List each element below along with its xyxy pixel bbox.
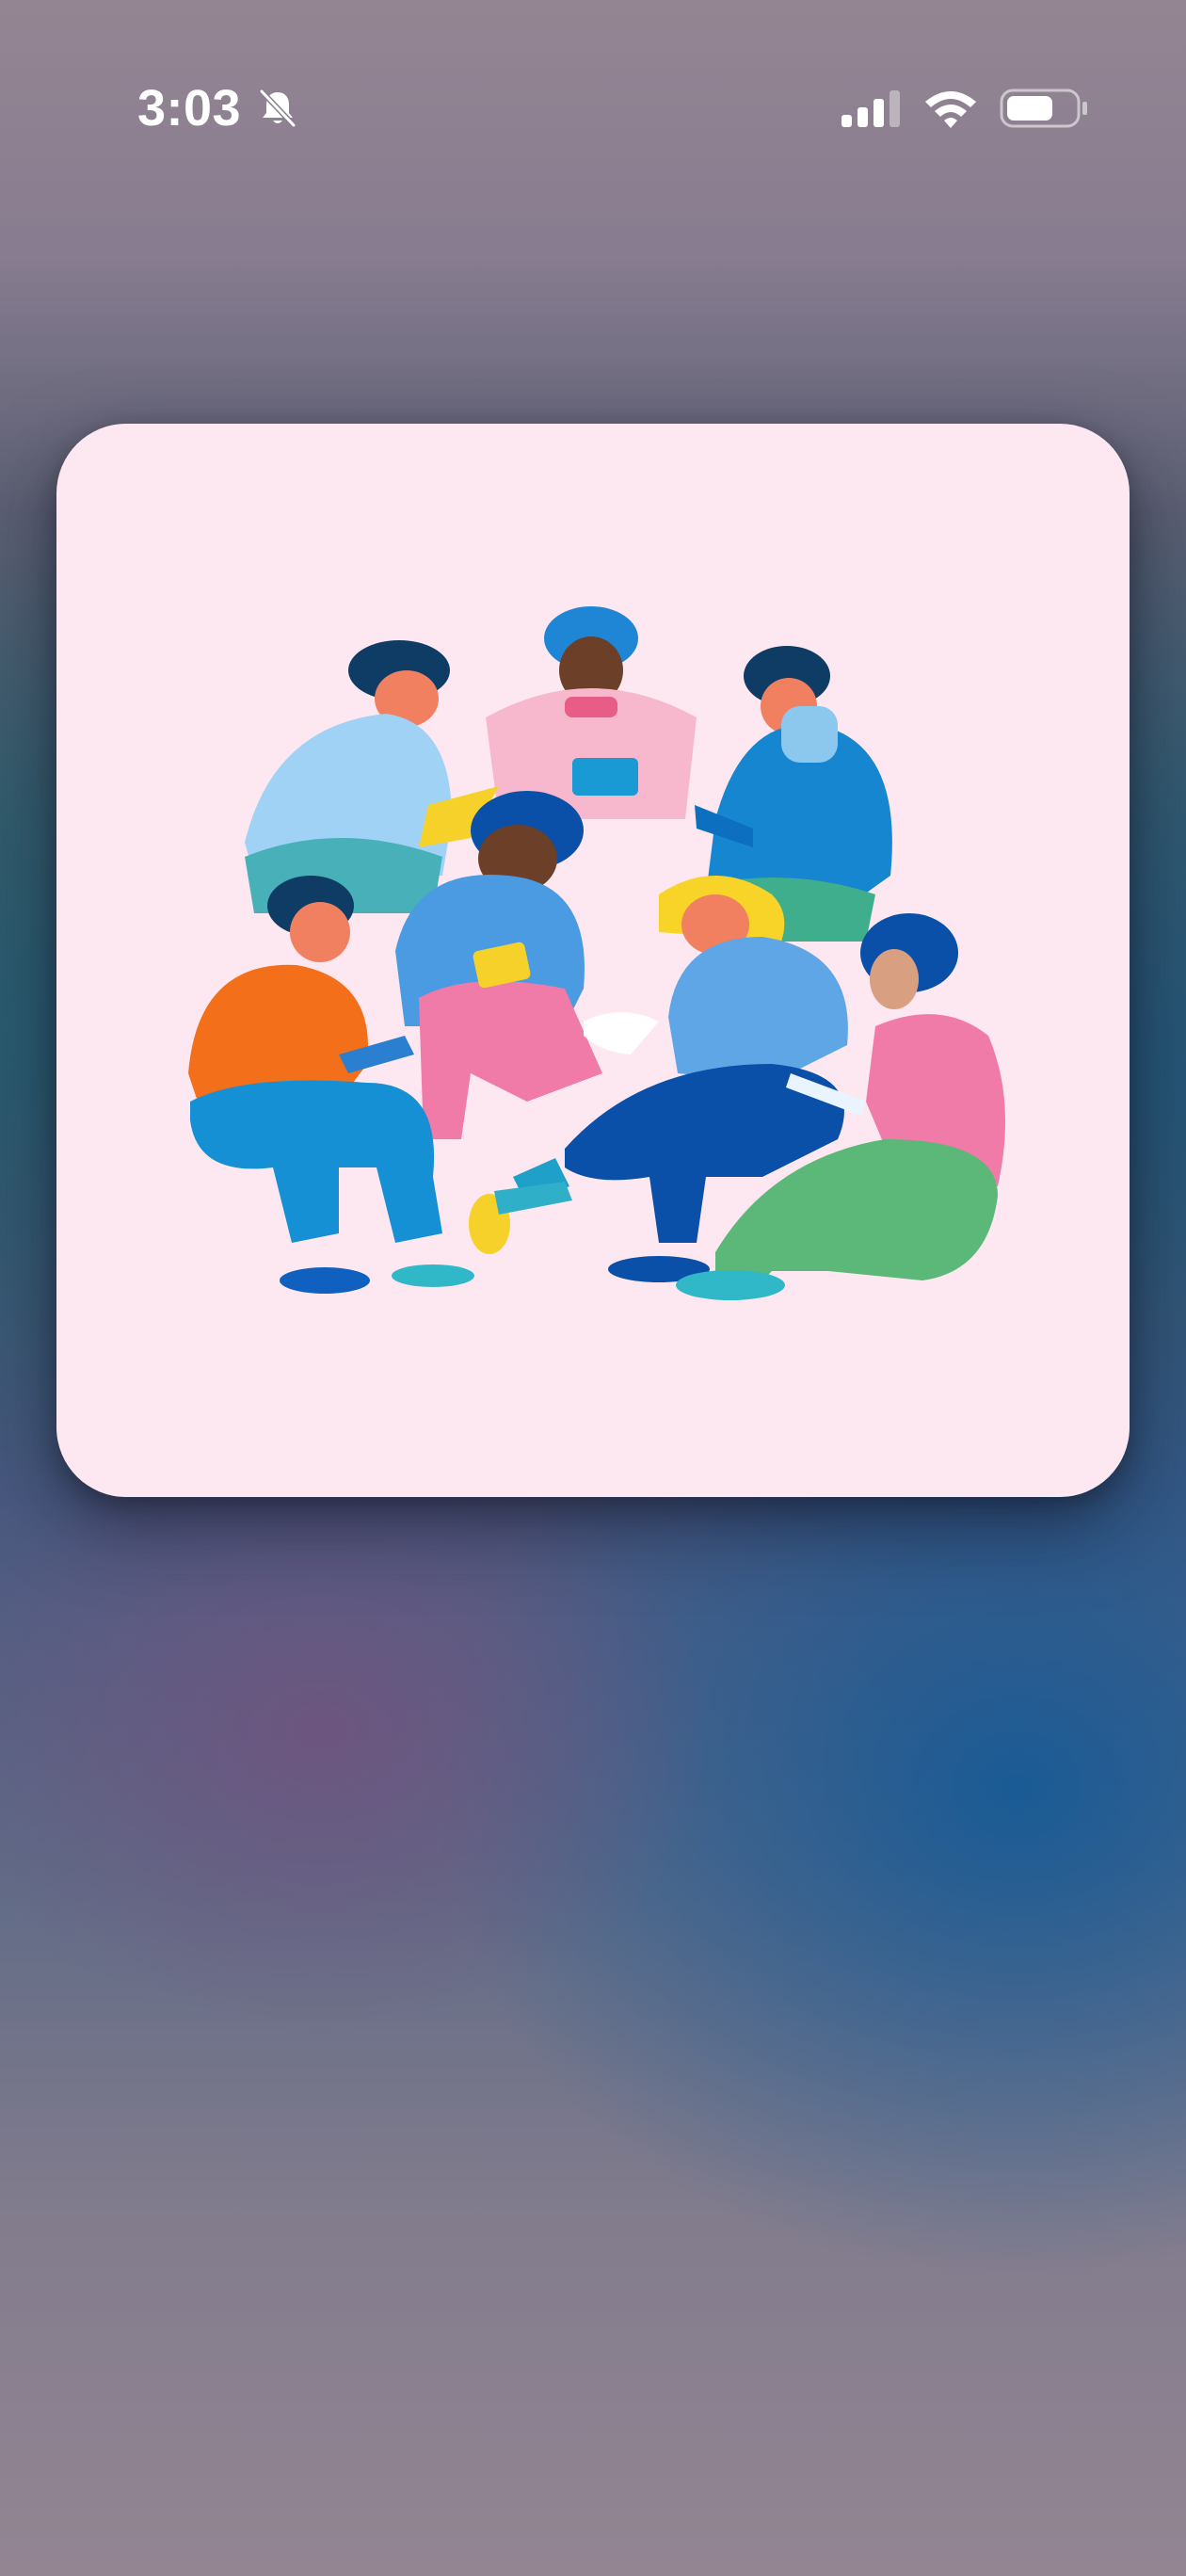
people-writing-illustration	[188, 606, 1005, 1300]
wifi-icon	[925, 91, 976, 128]
image-preview-card[interactable]	[56, 424, 1130, 1497]
status-bar: 3:03	[0, 0, 1186, 188]
status-time: 3:03	[137, 80, 242, 137]
person-back-left	[245, 640, 499, 913]
cellular-signal-icon	[841, 90, 900, 127]
battery-icon	[1000, 89, 1087, 128]
person-back-center	[486, 606, 697, 819]
bell-slash-icon	[259, 89, 296, 128]
